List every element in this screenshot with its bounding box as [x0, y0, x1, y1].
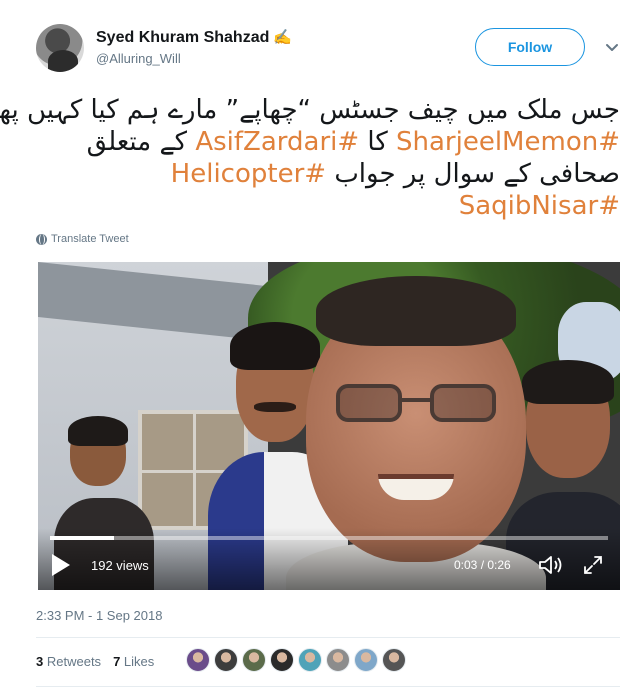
tweet-line-2: #SharjeelMemon کا #AsifZardari کے متعلق	[34, 126, 620, 158]
avatar[interactable]	[36, 24, 84, 72]
retweets-label: Retweets	[46, 654, 102, 669]
volume-icon[interactable]	[538, 554, 566, 576]
divider	[36, 637, 620, 638]
likes-label: Likes	[123, 654, 155, 669]
translate-label: Translate Tweet	[51, 233, 129, 245]
tweet-line-1: جس ملک میں چیف جسٹس “چھاپے” مارے ہم کیا …	[0, 95, 620, 125]
hashtag-saqibnisar[interactable]: #SaqibNisar	[459, 191, 620, 221]
tweet-header: Syed Khuram Shahzad ✍ @Alluring_Will Foll…	[36, 22, 626, 82]
user-handle[interactable]: @Alluring_Will	[96, 51, 292, 66]
tweet-timestamp[interactable]: 2:33 PM - 1 Sep 2018	[36, 608, 162, 623]
tweet-line-4: #SaqibNisar	[34, 190, 620, 222]
display-name[interactable]: Syed Khuram Shahzad	[96, 29, 269, 46]
video-controls: 192 views 0:03 / 0:26	[38, 528, 620, 590]
likes-stat[interactable]: 7 Likes	[113, 654, 154, 669]
tweet-stats: 3 Retweets 7 Likes	[36, 654, 154, 669]
divider	[36, 686, 620, 687]
hashtag-asifzardari[interactable]: #AsifZardari	[195, 127, 359, 157]
liker-avatar-2[interactable]	[214, 648, 238, 672]
likes-count: 7	[113, 654, 121, 669]
video-time: 0:03 / 0:26	[454, 558, 511, 572]
hashtag-helicopter[interactable]: #Helicopter	[171, 159, 326, 189]
hashtag-sharjeelmemon[interactable]: #SharjeelMemon	[396, 127, 620, 157]
liker-avatar-6[interactable]	[326, 648, 350, 672]
writing-hand-icon: ✍	[273, 29, 293, 46]
liker-avatar-4[interactable]	[270, 648, 294, 672]
liker-avatar-3[interactable]	[242, 648, 266, 672]
follow-button[interactable]: Follow	[475, 28, 585, 66]
video-progress-fill	[50, 536, 115, 540]
play-icon[interactable]	[52, 554, 70, 576]
liker-avatar-5[interactable]	[298, 648, 322, 672]
liker-avatar-1[interactable]	[186, 648, 210, 672]
user-name-block[interactable]: Syed Khuram Shahzad ✍ @Alluring_Will	[96, 28, 292, 66]
fullscreen-icon[interactable]	[582, 554, 604, 576]
tweet-text-fragment: کے متعلق	[86, 127, 196, 157]
translate-tweet-link[interactable]: Translate Tweet	[36, 233, 129, 245]
liker-avatar-8[interactable]	[382, 648, 406, 672]
video-view-count: 192 views	[91, 558, 149, 573]
retweets-stat[interactable]: 3 Retweets	[36, 654, 101, 669]
chevron-down-icon[interactable]	[603, 38, 621, 56]
tweet-line-3: صحافی کے سوال پر جواب #Helicopter	[34, 158, 620, 190]
video-progress-bar[interactable]	[50, 536, 608, 540]
likers-avatars	[186, 648, 410, 674]
globe-icon	[36, 233, 47, 245]
tweet-text: جس ملک میں چیف جسٹس “چھاپے” مارے ہم کیا …	[0, 94, 620, 222]
video-player[interactable]: 192 views 0:03 / 0:26	[38, 262, 620, 590]
retweets-count: 3	[36, 654, 44, 669]
tweet-text-fragment: صحافی کے سوال پر جواب	[326, 159, 620, 189]
liker-avatar-7[interactable]	[354, 648, 378, 672]
tweet-text-fragment: کا	[359, 127, 397, 157]
